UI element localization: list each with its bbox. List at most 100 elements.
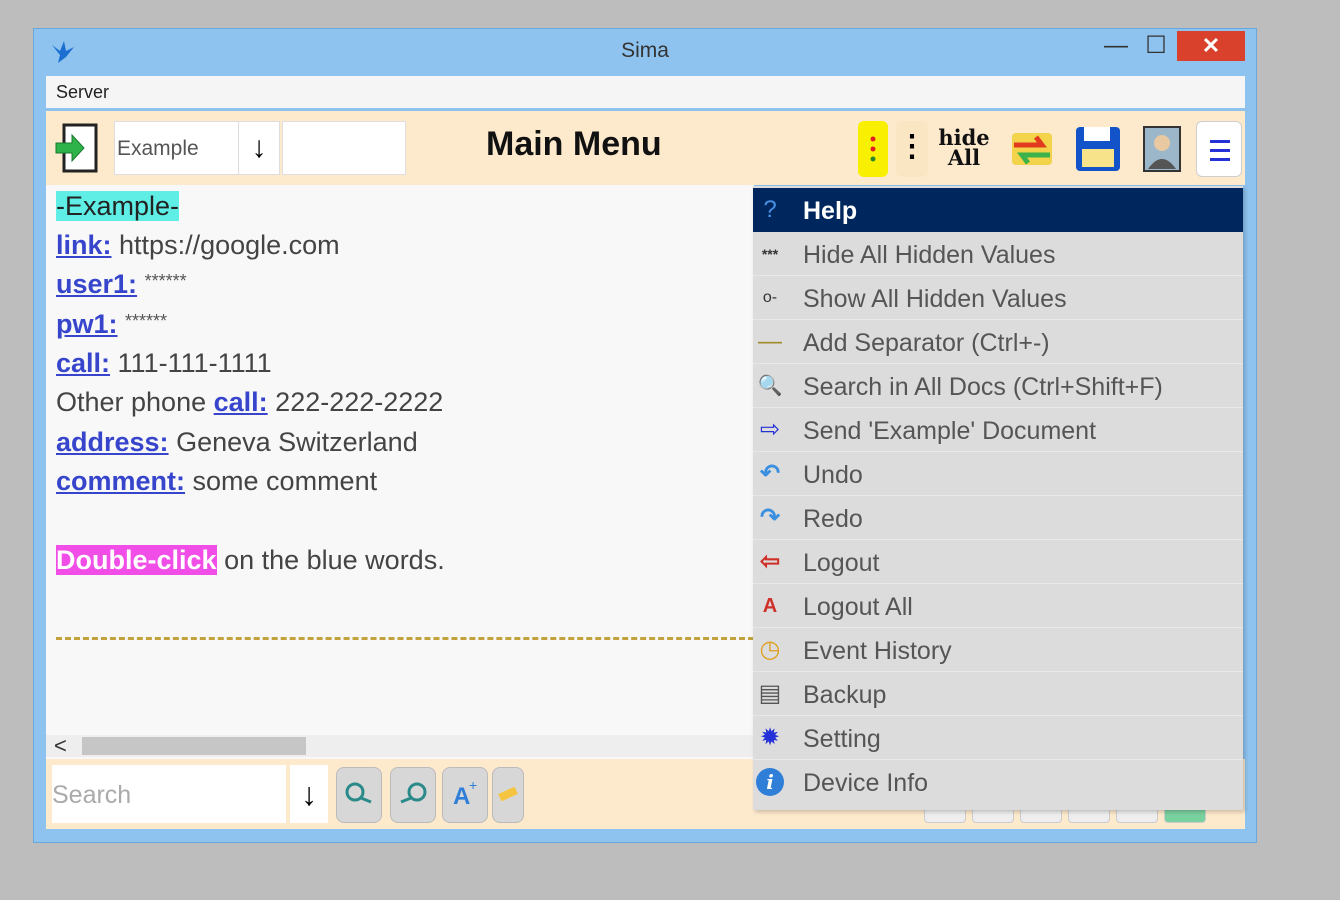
login-icon[interactable] — [54, 121, 102, 175]
other-phone-call-label[interactable]: call: — [214, 387, 268, 417]
menu-server[interactable]: Server — [56, 82, 109, 103]
document-select-value: Example — [117, 137, 199, 160]
horizontal-scrollbar[interactable]: < — [46, 733, 754, 759]
eraser-icon — [498, 786, 518, 802]
menu-item-undo[interactable]: ↶ Undo — [753, 452, 1243, 496]
send-document-icon: ⇨ — [759, 416, 781, 443]
field-address-label[interactable]: address: — [56, 427, 169, 457]
sync-icon — [1012, 133, 1052, 165]
menu-item-backup-label: Backup — [803, 681, 887, 709]
history-icon: ◷ — [759, 636, 781, 663]
field-user1: user1: ****** — [56, 269, 187, 300]
undo-icon: ↶ — [759, 460, 781, 487]
menu-item-redo-label: Redo — [803, 505, 863, 533]
clear-search-button[interactable] — [492, 767, 524, 823]
backup-icon: ▤ — [758, 680, 782, 707]
menu-item-help-label: Help — [803, 197, 858, 225]
document-filter-input[interactable] — [282, 121, 406, 175]
field-comment: comment: some comment — [56, 466, 377, 497]
scroll-left-icon[interactable]: < — [54, 733, 67, 759]
field-other-phone: Other phone call: 222-222-2222 — [56, 387, 443, 418]
info-icon: i — [753, 766, 787, 798]
logout-all-icon: A — [762, 595, 778, 617]
menu-item-hide-hidden-values-label: Hide All Hidden Values — [803, 241, 1056, 269]
menu-bar: Server — [46, 76, 1245, 108]
field-user1-label[interactable]: user1: — [56, 269, 137, 299]
redo-icon: ↷ — [759, 504, 781, 531]
menu-item-undo-label: Undo — [803, 461, 863, 489]
main-menu-button[interactable] — [1196, 121, 1242, 177]
field-pw1-value: ****** — [125, 311, 168, 331]
menu-item-logout-all[interactable]: A Logout All — [753, 584, 1243, 628]
document-dropdown-arrow[interactable]: ↓ — [238, 121, 280, 175]
search-previous-button[interactable] — [336, 767, 382, 823]
hint-text: on the blue words. — [224, 545, 445, 575]
menu-item-search-all-docs[interactable]: 🔍 Search in All Docs (Ctrl+Shift+F) — [753, 364, 1243, 408]
menu-item-event-history[interactable]: ◷ Event History — [753, 628, 1243, 672]
search-next-button[interactable] — [390, 767, 436, 823]
field-user1-value: ****** — [144, 271, 187, 291]
toolbar: Example ↓ Main Menu ⋮ hide All — [46, 111, 1245, 185]
menu-item-setting-label: Setting — [803, 725, 881, 753]
font-size-button[interactable]: A + — [442, 767, 488, 823]
menu-item-redo[interactable]: ↷ Redo — [753, 496, 1243, 540]
sync-button[interactable] — [1004, 121, 1060, 177]
hint-line: Double-click on the blue words. — [56, 545, 445, 576]
field-comment-value: some comment — [192, 466, 378, 496]
separator-line-icon: — — [758, 328, 782, 355]
search-next-icon — [400, 782, 427, 804]
menu-item-add-separator[interactable]: — Add Separator (Ctrl+-) — [753, 320, 1243, 364]
vertical-dots-icon — [870, 136, 876, 162]
search-history-arrow[interactable]: ↓ — [290, 765, 328, 823]
hint-highlight: Double-click — [56, 545, 217, 575]
close-button[interactable]: ✕ — [1177, 31, 1245, 61]
document-title: -Example- — [56, 191, 180, 221]
svg-text:+: + — [469, 777, 477, 793]
hamburger-icon — [1210, 140, 1230, 161]
field-address: address: Geneva Switzerland — [56, 427, 418, 458]
gear-icon: ✹ — [759, 724, 781, 751]
search-input[interactable]: Search — [52, 765, 286, 823]
floppy-disk-icon — [1076, 127, 1120, 171]
menu-item-device-info-label: Device Info — [803, 769, 929, 797]
menu-item-logout-all-label: Logout All — [803, 593, 913, 621]
minimize-button[interactable]: — — [1098, 31, 1134, 61]
other-phone-value: 222-222-2222 — [275, 387, 444, 417]
menu-item-device-info[interactable]: i Device Info — [753, 760, 1243, 804]
document-content: -Example- link: https://google.com user1… — [46, 185, 754, 765]
title-bar[interactable]: Sima — ☐ ✕ — [34, 29, 1256, 75]
window-title: Sima — [621, 39, 669, 62]
svg-text:A: A — [453, 783, 470, 810]
hide-all-button[interactable]: hide All — [934, 121, 994, 177]
menu-item-logout[interactable]: ⇦ Logout — [753, 540, 1243, 584]
field-link-value: https://google.com — [119, 230, 340, 260]
menu-item-show-hidden-values-label: Show All Hidden Values — [803, 285, 1067, 313]
menu-item-show-hidden-values[interactable]: o- Show All Hidden Values — [753, 276, 1243, 320]
field-comment-label[interactable]: comment: — [56, 466, 185, 496]
field-link: link: https://google.com — [56, 230, 340, 261]
menu-item-help[interactable]: ? Help — [753, 188, 1243, 232]
menu-item-backup[interactable]: ▤ Backup — [753, 672, 1243, 716]
field-link-label[interactable]: link: — [56, 230, 112, 260]
more-options-button[interactable]: ⋮ — [896, 121, 928, 177]
user-photo-icon — [1143, 126, 1181, 172]
menu-item-send-document-label: Send 'Example' Document — [803, 417, 1097, 445]
menu-item-logout-label: Logout — [803, 549, 880, 577]
menu-item-setting[interactable]: ✹ Setting — [753, 716, 1243, 760]
field-address-value: Geneva Switzerland — [176, 427, 418, 457]
menu-item-event-history-label: Event History — [803, 637, 952, 665]
options-yellow-button[interactable] — [858, 121, 888, 177]
main-menu-dropdown: ? Help *** Hide All Hidden Values o- Sho… — [753, 186, 1243, 810]
field-call-value: 111-111-1111 — [117, 348, 272, 378]
user-profile-button[interactable] — [1134, 121, 1190, 177]
menu-item-send-document[interactable]: ⇨ Send 'Example' Document — [753, 408, 1243, 452]
menu-item-hide-hidden-values[interactable]: *** Hide All Hidden Values — [753, 232, 1243, 276]
other-phone-prefix: Other phone — [56, 387, 207, 417]
save-button[interactable] — [1070, 121, 1126, 177]
field-call-label[interactable]: call: — [56, 348, 110, 378]
maximize-button[interactable]: ☐ — [1138, 31, 1174, 61]
field-pw1-label[interactable]: pw1: — [56, 309, 118, 339]
info-icon-glyph: i — [756, 768, 784, 796]
scrollbar-thumb[interactable] — [82, 737, 306, 755]
field-pw1: pw1: ****** — [56, 309, 167, 340]
